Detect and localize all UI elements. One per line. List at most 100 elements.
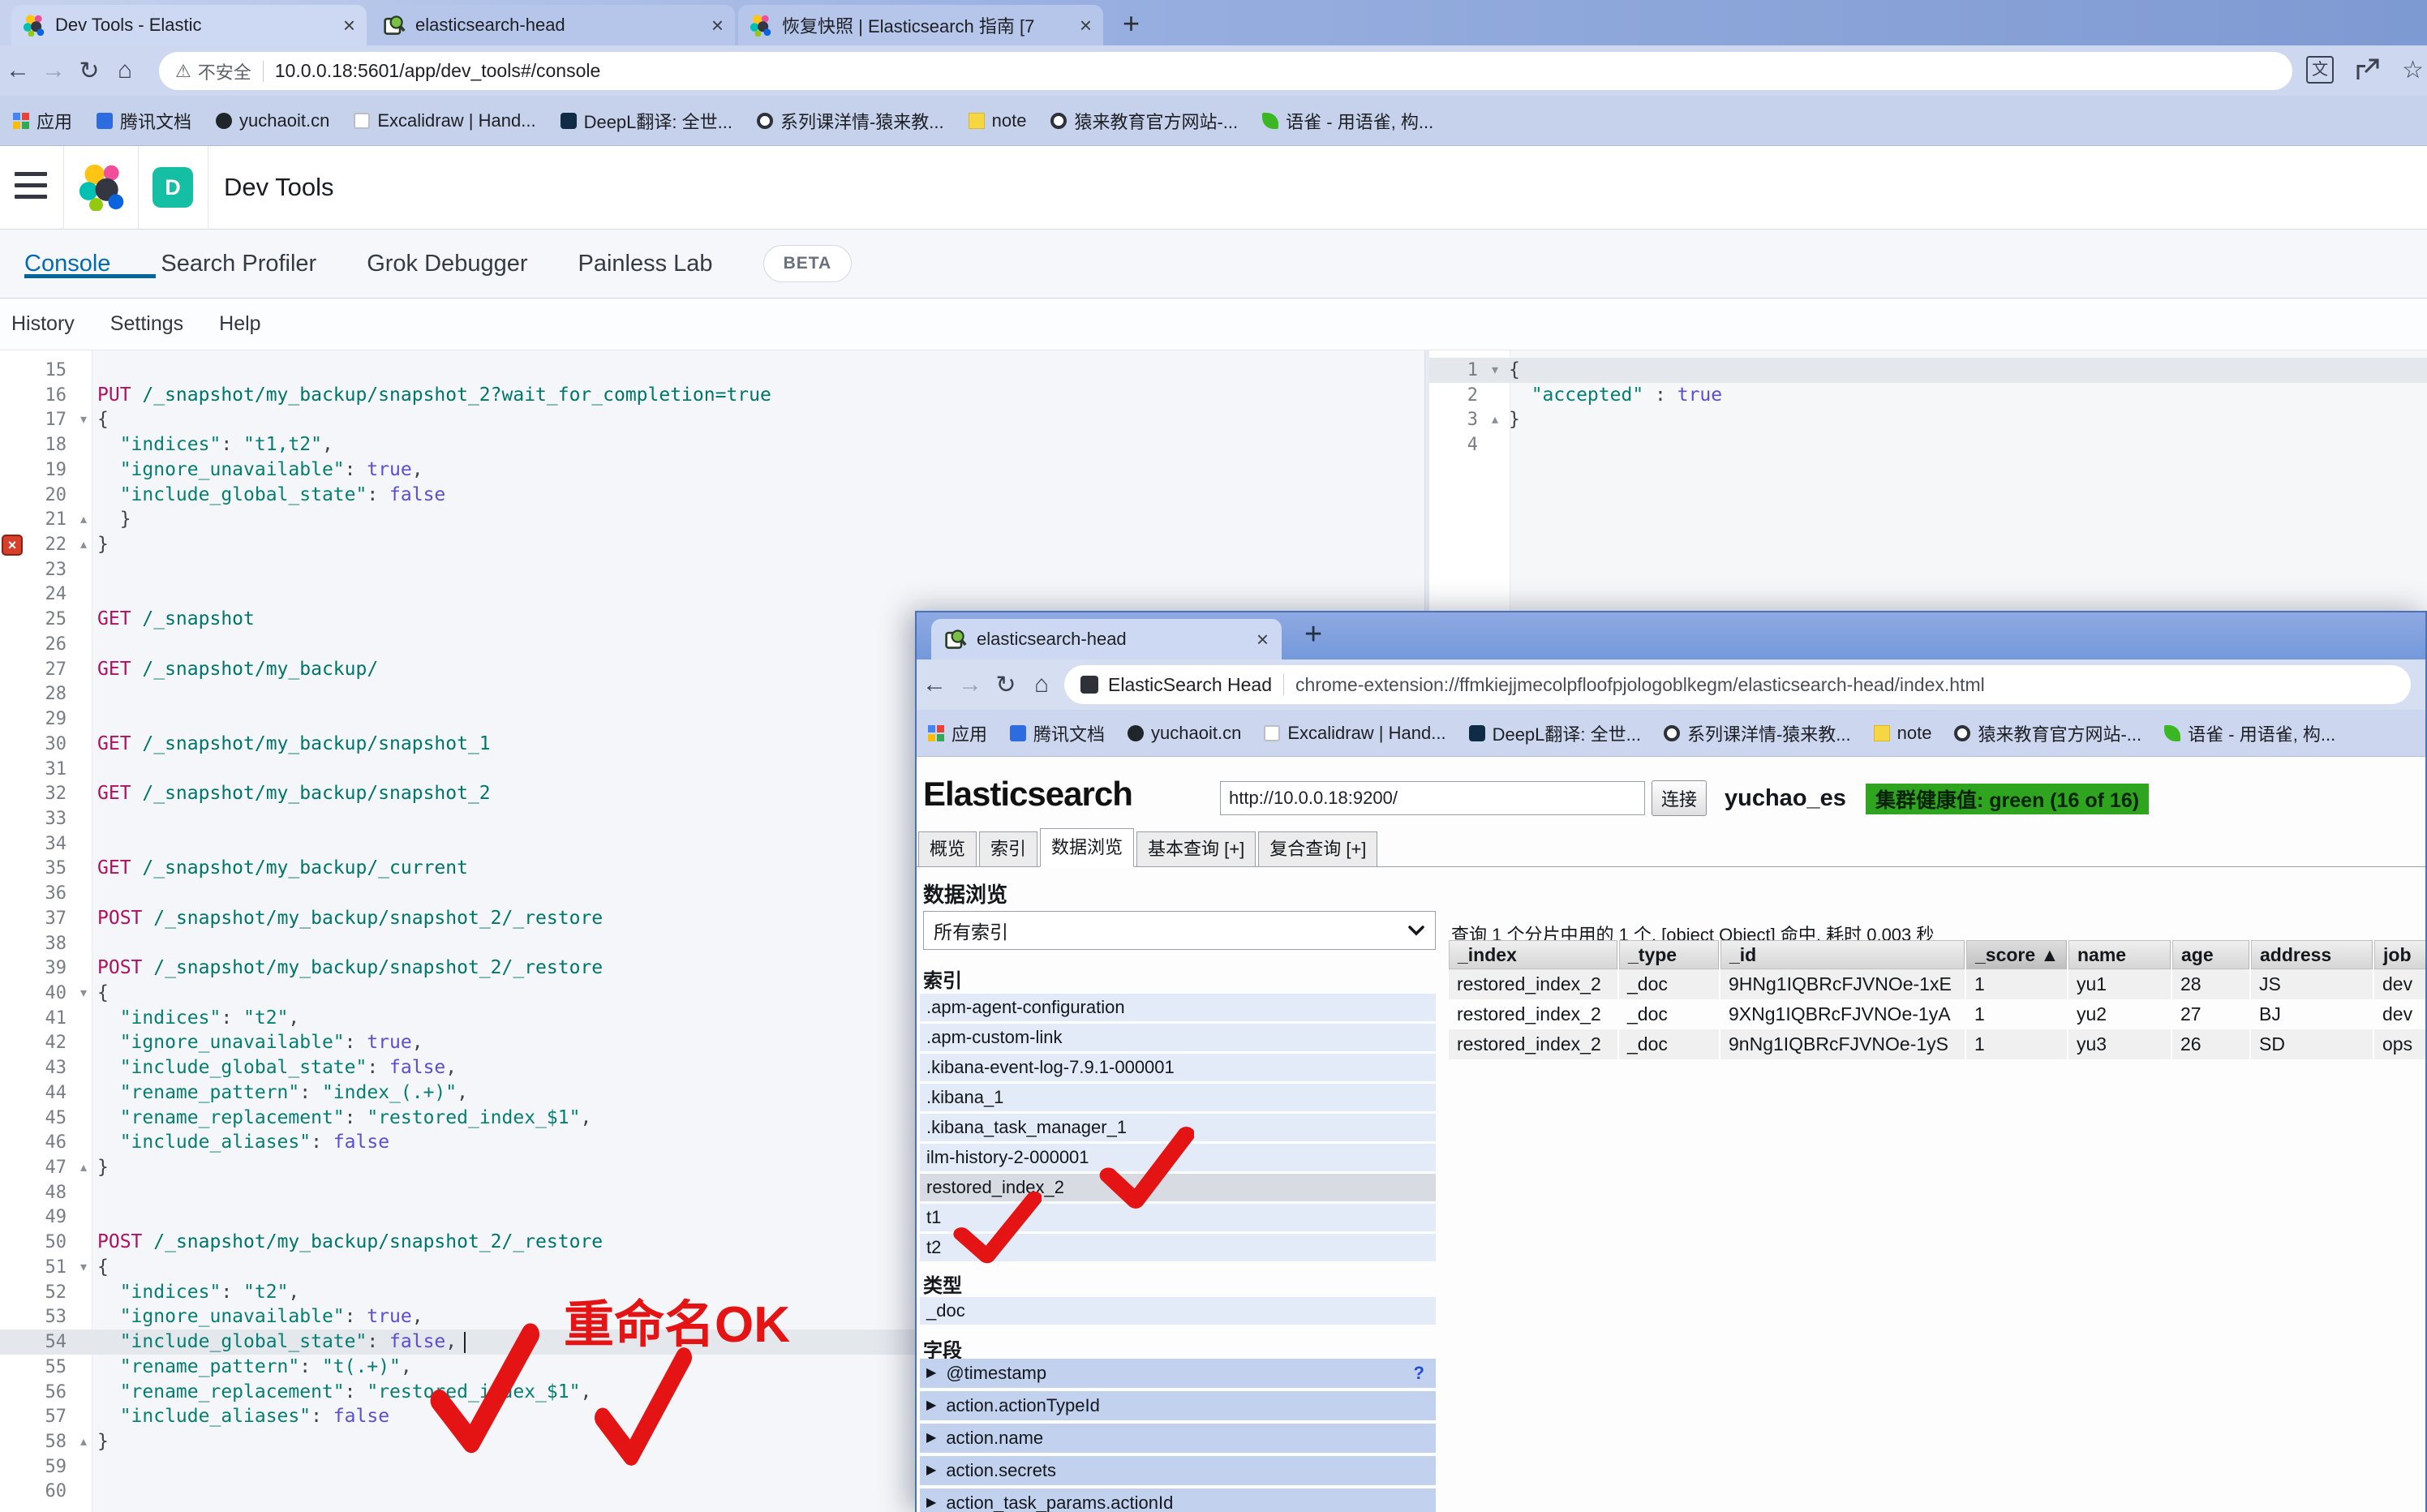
url-text[interactable]: 10.0.0.18:5601/app/dev_tools#/console [275,60,601,82]
column-header-age[interactable]: age [2172,940,2249,969]
table-row[interactable]: restored_index_2_doc9nNg1IQBRcFJVNOe-1yS… [1449,1029,2427,1059]
code-line[interactable]: 17▾{ [0,407,1424,432]
fold-down-icon[interactable]: ▾ [1481,358,1509,383]
address-bar[interactable]: ⚠ 不安全 10.0.0.18:5601/app/dev_tools#/cons… [159,52,2292,90]
code-line[interactable]: 18 "indices": "t1,t2", [0,432,1424,457]
bookmark-item[interactable]: 猿来教育官方网站-... [1954,720,2141,746]
home-icon[interactable]: ⌂ [1024,671,1059,698]
index-item[interactable]: .kibana_1 [920,1084,1436,1111]
bookmark-item[interactable]: 应用 [13,108,72,134]
bookmark-item[interactable]: 猿来教育官方网站-... [1050,108,1238,134]
column-header-name[interactable]: name [2068,940,2171,969]
index-filter-dropdown[interactable]: 所有索引 [923,911,1436,950]
bookmark-item[interactable]: note [969,110,1027,131]
tab-console[interactable]: Console [24,251,110,277]
code-line[interactable]: 23 [0,557,1424,582]
fold-up-icon[interactable]: ▴ [70,532,97,557]
bookmark-item[interactable]: note [1874,723,1932,744]
bookmark-item[interactable]: 应用 [928,720,987,746]
table-row[interactable]: restored_index_2_doc9XNg1IQBRcFJVNOe-1yA… [1449,999,2427,1029]
menu-item-settings[interactable]: Settings [110,312,183,336]
back-icon[interactable]: ← [917,671,952,698]
es-head-tab[interactable]: 索引 [979,831,1037,867]
forward-icon[interactable]: → [36,57,71,84]
es-head-tab[interactable]: 概览 [918,831,977,867]
tab-search-profiler[interactable]: Search Profiler [161,251,316,277]
field-item[interactable]: ▶action.actionTypeId [920,1391,1436,1420]
menu-item-history[interactable]: History [11,312,75,336]
reload-icon[interactable]: ↻ [988,671,1024,699]
bookmark-item[interactable]: yuchaoit.cn [216,110,329,131]
fold-down-icon[interactable]: ▾ [70,407,97,432]
close-icon[interactable]: × [1256,627,1269,652]
address-bar[interactable]: ElasticSearch Head chrome-extension://ff… [1064,665,2411,704]
bookmark-item[interactable]: 语雀 - 用语雀, 构... [1262,108,1433,134]
bookmark-item[interactable]: 语雀 - 用语雀, 构... [2164,720,2335,746]
column-header-job[interactable]: job [2374,940,2427,969]
code-line[interactable]: 2 "accepted" : true [1429,383,2427,408]
menu-hamburger-icon[interactable] [15,172,47,201]
new-tab-button[interactable]: + [1123,6,1140,41]
code-line[interactable]: ×22▴} [0,532,1424,557]
column-header-_score[interactable]: _score ▲ [1966,940,2067,969]
tab-elasticsearch-head[interactable]: elasticsearch-head × [931,619,1282,659]
column-header-address[interactable]: address [2251,940,2373,969]
bookmark-item[interactable]: Excalidraw | Hand... [1264,723,1445,744]
new-tab-button[interactable]: + [1304,617,1322,652]
code-line[interactable]: 3▴} [1429,407,2427,432]
close-icon[interactable]: × [1080,13,1092,38]
bookmark-item[interactable]: 系列课洋情-猿来教... [1664,720,1851,746]
code-line[interactable]: 4 [1429,432,2427,457]
url-text[interactable]: chrome-extension://ffmkiejjmecolpfloofpj… [1295,674,1985,696]
fold-up-icon[interactable]: ▴ [70,507,97,532]
endpoint-input[interactable] [1220,781,1645,815]
menu-item-help[interactable]: Help [219,312,260,336]
es-head-tab[interactable]: 数据浏览 [1040,828,1134,867]
column-header-_type[interactable]: _type [1619,940,1719,969]
code-line[interactable]: 24 [0,582,1424,607]
field-item[interactable]: ▶action.secrets [920,1456,1436,1485]
field-item[interactable]: ▶action_task_params.actionId [920,1488,1436,1512]
browser-tab[interactable]: elasticsearch-head× [372,5,735,45]
tab-painless-lab[interactable]: Painless Lab [578,251,713,277]
fold-up-icon[interactable]: ▴ [70,1155,97,1180]
field-item[interactable]: ▶@timestamp? [920,1359,1436,1388]
field-item[interactable]: ▶action.name [920,1424,1436,1453]
code-line[interactable]: 21▴ } [0,507,1424,532]
home-icon[interactable]: ⌂ [107,57,143,84]
index-item[interactable]: .apm-agent-configuration [920,994,1436,1021]
back-icon[interactable]: ← [0,57,36,84]
tab-grok-debugger[interactable]: Grok Debugger [367,251,527,277]
fold-down-icon[interactable]: ▾ [70,1255,97,1280]
bookmark-item[interactable]: DeepL翻译: 全世... [561,108,732,134]
bookmark-item[interactable]: Excalidraw | Hand... [354,110,535,131]
fold-up-icon[interactable]: ▴ [70,1429,97,1454]
translate-icon[interactable]: 文 [2306,56,2334,84]
forward-icon[interactable]: → [952,671,988,698]
bookmark-star-icon[interactable]: ☆ [2402,56,2424,84]
fold-up-icon[interactable]: ▴ [1481,407,1509,432]
browser-tab[interactable]: 恢复快照 | Elasticsearch 指南 [7× [738,5,1103,45]
code-line[interactable]: 1▾{ [1429,358,2427,383]
help-icon[interactable]: ? [1414,1359,1424,1388]
reload-icon[interactable]: ↻ [71,57,107,85]
code-line[interactable]: 19 "ignore_unavailable": true, [0,457,1424,483]
bookmark-item[interactable]: yuchaoit.cn [1128,723,1241,744]
avatar[interactable]: D [152,167,193,208]
security-chip[interactable]: ⚠ 不安全 [175,58,251,84]
close-icon[interactable]: × [711,13,724,38]
code-line[interactable]: 15 [0,358,1424,383]
code-line[interactable]: 16PUT /_snapshot/my_backup/snapshot_2?wa… [0,383,1424,408]
close-icon[interactable]: × [343,13,355,38]
elastic-logo-icon[interactable] [78,162,127,211]
column-header-_index[interactable]: _index [1449,940,1617,969]
bookmark-item[interactable]: 腾讯文档 [97,108,191,134]
bookmark-item[interactable]: 系列课洋情-猿来教... [757,108,944,134]
share-icon[interactable] [2353,55,2382,84]
es-head-tab[interactable]: 复合查询 [+] [1258,831,1377,867]
connect-button[interactable]: 连接 [1652,780,1707,816]
bookmark-item[interactable]: DeepL翻译: 全世... [1469,720,1641,746]
browser-tab[interactable]: Dev Tools - Elastic× [11,5,367,45]
type-item[interactable]: _doc [920,1297,1436,1325]
code-line[interactable]: 20 "include_global_state": false [0,483,1424,508]
